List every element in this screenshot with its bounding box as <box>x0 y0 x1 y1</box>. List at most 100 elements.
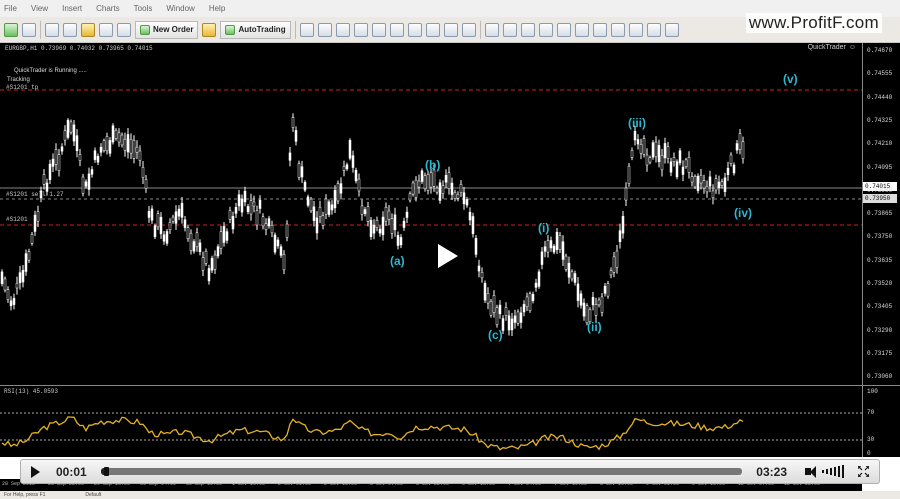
autotrading-button[interactable]: AutoTrading <box>220 20 291 39</box>
menu-item[interactable]: View <box>31 4 48 13</box>
tile-windows-icon[interactable] <box>574 22 589 37</box>
templates-icon[interactable] <box>664 22 679 37</box>
bar-chart-icon[interactable] <box>484 22 499 37</box>
candle-body <box>450 182 454 195</box>
candle-body <box>141 167 145 178</box>
candle-body <box>369 219 373 237</box>
candle-body <box>447 172 451 189</box>
zoom-in-icon[interactable] <box>538 22 553 37</box>
candle-body <box>525 296 529 307</box>
rsi-panel[interactable]: RSI(13) 45.0593 <box>0 385 862 457</box>
candle-body <box>111 125 115 143</box>
candle-body <box>522 304 526 313</box>
menu-item[interactable]: Window <box>166 4 194 13</box>
candlestick-icon[interactable] <box>502 22 517 37</box>
candle-body <box>603 285 607 294</box>
candle-body <box>438 182 442 201</box>
crosshair-icon[interactable] <box>317 22 332 37</box>
new-order-button[interactable]: New Order <box>135 20 199 39</box>
wave-label: (c) <box>488 328 503 342</box>
video-play-icon[interactable] <box>438 244 458 268</box>
arrows-icon[interactable] <box>461 22 476 37</box>
speaker-cone-icon <box>810 465 816 478</box>
price-chart[interactable]: EURGBP,H1 0.73969 0.74032 0.73965 0.7401… <box>0 43 862 385</box>
candle-body <box>741 141 745 159</box>
text-label-icon[interactable] <box>443 22 458 37</box>
candle-body <box>159 216 163 235</box>
new-chart-icon[interactable] <box>4 22 18 37</box>
profiles-icon[interactable] <box>22 22 36 37</box>
candle-body <box>87 173 91 190</box>
zoom-out-icon[interactable] <box>556 22 571 37</box>
candle-body <box>477 265 481 272</box>
chart-shift-icon[interactable] <box>610 22 625 37</box>
autoscroll-icon[interactable] <box>592 22 607 37</box>
candle-body <box>213 254 217 270</box>
candle-body <box>174 211 178 224</box>
cursor-icon[interactable] <box>299 22 314 37</box>
candle-body <box>300 166 304 178</box>
vertical-line-icon[interactable] <box>335 22 350 37</box>
candle-body <box>492 295 496 313</box>
candle-body <box>180 202 184 218</box>
candle-body <box>210 258 214 271</box>
candle-body <box>708 176 712 187</box>
play-icon[interactable] <box>31 465 40 478</box>
fibonacci-icon[interactable] <box>407 22 422 37</box>
candle-body <box>537 271 541 287</box>
candle-body <box>534 282 538 288</box>
candle-body <box>0 271 4 285</box>
current-time: 00:01 <box>56 464 87 479</box>
candle-body <box>738 133 742 150</box>
periods-icon[interactable] <box>646 22 661 37</box>
strategy-tester-icon[interactable] <box>117 22 131 37</box>
candle-body <box>189 233 193 251</box>
candle-body <box>411 182 415 195</box>
seek-bar[interactable] <box>100 467 743 476</box>
fullscreen-icon[interactable] <box>858 466 869 477</box>
data-window-icon[interactable] <box>63 22 77 37</box>
text-tool-icon[interactable] <box>425 22 440 37</box>
candle-body <box>282 254 286 271</box>
new-order-icon <box>140 24 150 35</box>
candle-body <box>675 161 679 178</box>
trendline-icon[interactable] <box>371 22 386 37</box>
candle-body <box>57 154 61 171</box>
terminal-icon[interactable] <box>99 22 113 37</box>
candle-body <box>21 270 25 283</box>
candle-body <box>192 241 196 252</box>
candle-body <box>597 299 601 306</box>
candle-body <box>222 226 226 243</box>
candle-body <box>120 134 124 146</box>
menu-item[interactable]: Help <box>209 4 225 13</box>
candle-body <box>549 240 553 249</box>
candle-body <box>690 176 694 183</box>
candle-body <box>96 156 100 163</box>
candle-body <box>168 222 172 231</box>
menu-item[interactable]: Charts <box>96 4 120 13</box>
stop-price-tag: 0.73950 <box>863 194 897 203</box>
menu-item[interactable]: Insert <box>62 4 82 13</box>
candle-body <box>315 217 319 234</box>
menu-item[interactable]: Tools <box>134 4 153 13</box>
candle-body <box>441 185 445 194</box>
metaeditor-icon[interactable] <box>202 22 217 37</box>
video-controls: 00:01 03:23 <box>20 459 880 484</box>
indicators-icon[interactable] <box>628 22 643 37</box>
candle-body <box>75 135 79 151</box>
candle-body <box>105 136 109 152</box>
seek-handle[interactable] <box>103 467 109 476</box>
menu-item[interactable]: File <box>4 4 17 13</box>
navigator-icon[interactable] <box>81 22 95 37</box>
candle-body <box>513 315 517 323</box>
wave-label: (a) <box>390 254 405 268</box>
volume-control[interactable] <box>805 465 844 478</box>
wave-label: (i) <box>538 221 550 235</box>
channel-icon[interactable] <box>389 22 404 37</box>
candle-body <box>150 208 154 221</box>
line-chart-icon[interactable] <box>520 22 535 37</box>
horizontal-line-icon[interactable] <box>353 22 368 37</box>
market-watch-icon[interactable] <box>45 22 59 37</box>
candle-body <box>618 230 622 242</box>
candle-body <box>558 235 562 250</box>
